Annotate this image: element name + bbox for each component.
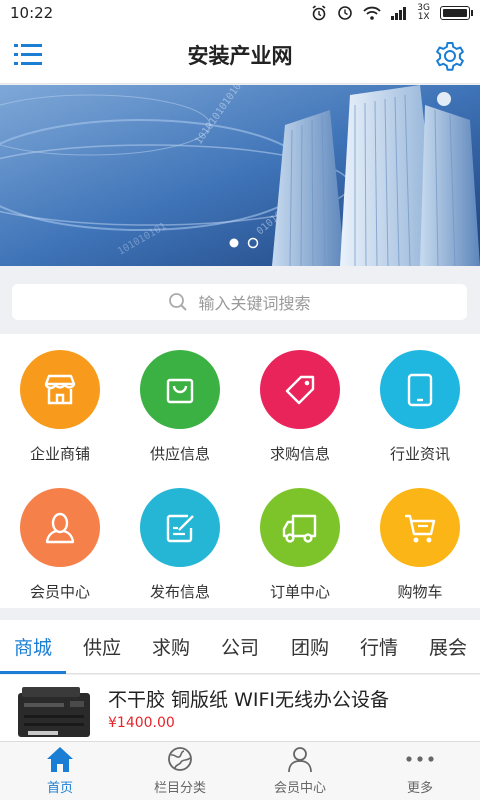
grid-item-label: 行业资讯 bbox=[389, 445, 450, 463]
product-name: 不干胶 铜版纸 WIFI无线办公设备 bbox=[108, 689, 390, 711]
search-placeholder: 输入关键词搜索 bbox=[198, 294, 311, 313]
banner-carousel[interactable]: 1010101010101 01010101010101 101010101 bbox=[0, 85, 480, 266]
product-list-item[interactable]: 不干胶 铜版纸 WIFI无线办公设备 ¥1400.00 bbox=[0, 675, 480, 741]
tab-exhibition[interactable]: 展会 bbox=[429, 620, 467, 674]
tab-company[interactable]: 公司 bbox=[221, 620, 259, 674]
status-time: 10:22 bbox=[10, 4, 54, 22]
price-tag-icon bbox=[260, 350, 340, 429]
product-thumbnail bbox=[18, 687, 90, 737]
edit-icon bbox=[140, 488, 220, 567]
wifi-icon bbox=[363, 6, 381, 20]
gear-icon bbox=[436, 42, 464, 71]
store-icon bbox=[20, 350, 100, 429]
globe-icon bbox=[166, 744, 194, 774]
grid-item-label: 会员中心 bbox=[29, 583, 90, 601]
tab-supply[interactable]: 供应 bbox=[83, 620, 121, 674]
truck-icon bbox=[260, 488, 340, 567]
tablet-icon bbox=[380, 350, 460, 429]
more-dots-icon bbox=[405, 744, 435, 774]
alarm-icon bbox=[312, 5, 326, 21]
tab-purchase[interactable]: 求购 bbox=[152, 620, 190, 674]
grid-item-member-center[interactable]: 会员中心 bbox=[0, 472, 120, 602]
user-icon bbox=[20, 488, 100, 567]
status-bar: 10:22 3G 1X bbox=[0, 0, 480, 26]
nav-categories[interactable]: 栏目分类 bbox=[120, 742, 240, 800]
page-title: 安装产业网 bbox=[187, 43, 293, 68]
network-1x-label: 1X bbox=[417, 12, 430, 22]
nav-member-center[interactable]: 会员中心 bbox=[240, 742, 360, 800]
grid-item-label: 求购信息 bbox=[269, 445, 330, 463]
nav-label: 栏目分类 bbox=[153, 781, 206, 796]
nav-label: 首页 bbox=[46, 781, 73, 796]
user-icon bbox=[286, 744, 314, 774]
category-tabs: 商城 供应 求购 公司 团购 行情 展会 bbox=[0, 620, 480, 674]
product-price: ¥1400.00 bbox=[108, 715, 175, 731]
nav-home[interactable]: 首页 bbox=[0, 742, 120, 800]
hamburger-menu-icon bbox=[14, 44, 42, 65]
alarm-clock-icon bbox=[338, 6, 353, 20]
grid-item-order-center[interactable]: 订单中心 bbox=[240, 472, 360, 602]
grid-item-enterprise-shop[interactable]: 企业商铺 bbox=[0, 334, 120, 464]
grid-item-publish-info[interactable]: 发布信息 bbox=[120, 472, 240, 602]
grid-item-label: 发布信息 bbox=[149, 583, 210, 601]
search-input[interactable]: 输入关键词搜索 bbox=[12, 284, 467, 320]
banner-image: 1010101010101 01010101010101 101010101 bbox=[0, 85, 480, 266]
shopping-bag-icon bbox=[140, 350, 220, 429]
settings-button[interactable] bbox=[432, 38, 468, 74]
tab-mall[interactable]: 商城 bbox=[0, 620, 67, 674]
bottom-navigation: 首页 栏目分类 会员中心 更多 bbox=[0, 741, 480, 800]
network-type: 3G 1X bbox=[417, 4, 430, 22]
feature-grid: 企业商铺 供应信息 求购信息 行业资讯 会员中心 发布信息 订单中心 购物车 bbox=[0, 334, 480, 608]
home-icon bbox=[45, 744, 75, 774]
search-area: 输入关键词搜索 bbox=[0, 266, 480, 334]
grid-item-industry-news[interactable]: 行业资讯 bbox=[360, 334, 480, 464]
cart-icon bbox=[380, 488, 460, 567]
grid-item-supply-info[interactable]: 供应信息 bbox=[120, 334, 240, 464]
tab-market[interactable]: 行情 bbox=[360, 620, 398, 674]
signal-icon bbox=[391, 7, 407, 20]
grid-item-label: 企业商铺 bbox=[29, 445, 90, 463]
system-icons: 3G 1X bbox=[311, 4, 473, 22]
battery-icon bbox=[440, 6, 473, 20]
nav-label: 更多 bbox=[406, 781, 433, 796]
tab-group-buy[interactable]: 团购 bbox=[291, 620, 329, 674]
grid-item-label: 订单中心 bbox=[269, 583, 330, 601]
menu-button[interactable] bbox=[14, 42, 44, 68]
nav-more[interactable]: 更多 bbox=[360, 742, 480, 800]
grid-item-label: 供应信息 bbox=[149, 445, 210, 463]
app-header: 安装产业网 bbox=[0, 26, 480, 84]
grid-item-label: 购物车 bbox=[397, 583, 443, 601]
grid-item-shopping-cart[interactable]: 购物车 bbox=[360, 472, 480, 602]
nav-label: 会员中心 bbox=[273, 781, 326, 796]
search-icon bbox=[169, 293, 188, 311]
grid-item-purchase-info[interactable]: 求购信息 bbox=[240, 334, 360, 464]
